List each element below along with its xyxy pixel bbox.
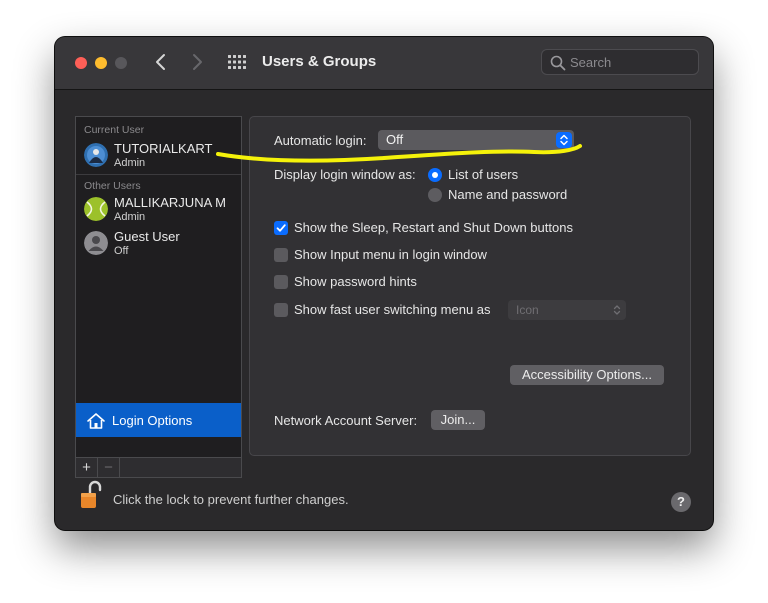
radio-name-and-password-label[interactable]: Name and password <box>448 187 567 202</box>
user-role: Off <box>114 245 129 257</box>
remove-user-button[interactable]: − <box>98 458 120 477</box>
radio-list-of-users-label[interactable]: List of users <box>448 167 518 182</box>
search-input[interactable] <box>570 53 690 71</box>
search-icon <box>550 55 566 71</box>
accessibility-options-button[interactable]: Accessibility Options... <box>510 365 664 385</box>
lock-status-text: Click the lock to prevent further change… <box>113 492 349 507</box>
user-avatar-icon <box>84 143 108 167</box>
checkbox-show-password-hints[interactable] <box>274 275 288 289</box>
chevron-up-down-icon <box>613 305 621 315</box>
back-arrow-icon[interactable] <box>151 51 171 73</box>
user-item-mallikarjuna[interactable]: MALLIKARJUNA M Admin <box>76 193 241 227</box>
show-all-grid-icon[interactable] <box>227 54 247 70</box>
forward-arrow-icon[interactable] <box>187 51 207 73</box>
close-button[interactable] <box>75 57 87 69</box>
network-account-server-label: Network Account Server: <box>274 413 418 428</box>
add-user-button[interactable]: + <box>76 458 98 477</box>
user-role: Admin <box>114 157 146 169</box>
user-item-guest[interactable]: Guest User Off <box>76 227 241 261</box>
unlocked-padlock-icon[interactable] <box>79 480 103 510</box>
sidebar-toolbar: + − <box>75 458 242 478</box>
title-bar: Users & Groups <box>55 37 713 90</box>
preferences-window: Users & Groups Current User TUTORIALKART… <box>55 37 713 530</box>
checkbox-fast-user-switching[interactable] <box>274 303 288 317</box>
user-role: Admin <box>114 211 146 223</box>
guest-avatar-icon <box>84 231 108 255</box>
other-users-heading: Other Users <box>84 180 141 192</box>
radio-list-of-users[interactable] <box>428 168 442 182</box>
sidebar-item-login-options[interactable]: Login Options <box>76 403 241 437</box>
section-divider <box>76 174 241 175</box>
checkbox-show-input-menu-label[interactable]: Show Input menu in login window <box>294 247 487 262</box>
radio-name-and-password[interactable] <box>428 188 442 202</box>
zoom-button[interactable] <box>115 57 127 69</box>
user-name: Guest User <box>114 229 180 244</box>
fast-switch-style-value: Icon <box>516 303 539 317</box>
house-icon <box>87 413 105 429</box>
tennis-ball-avatar-icon <box>84 197 108 221</box>
window-title: Users & Groups <box>262 53 377 70</box>
fast-switch-style-popup[interactable]: Icon <box>508 300 626 320</box>
user-name: TUTORIALKART <box>114 141 213 156</box>
display-login-label: Display login window as: <box>274 167 416 182</box>
checkbox-show-input-menu[interactable] <box>274 248 288 262</box>
login-options-label: Login Options <box>112 413 193 428</box>
checkbox-fast-user-switching-label[interactable]: Show fast user switching menu as <box>294 302 491 317</box>
current-user-heading: Current User <box>84 124 145 136</box>
user-name: MALLIKARJUNA M <box>114 195 226 210</box>
help-button[interactable]: ? <box>671 492 691 512</box>
yellow-underline-annotation <box>216 144 582 163</box>
checkmark-icon <box>276 224 286 232</box>
checkbox-show-password-hints-label[interactable]: Show password hints <box>294 274 417 289</box>
join-button[interactable]: Join... <box>431 410 485 430</box>
search-field[interactable] <box>541 49 699 75</box>
checkbox-show-sleep-restart-label[interactable]: Show the Sleep, Restart and Shut Down bu… <box>294 220 573 235</box>
minimize-button[interactable] <box>95 57 107 69</box>
checkbox-show-sleep-restart[interactable] <box>274 221 288 235</box>
